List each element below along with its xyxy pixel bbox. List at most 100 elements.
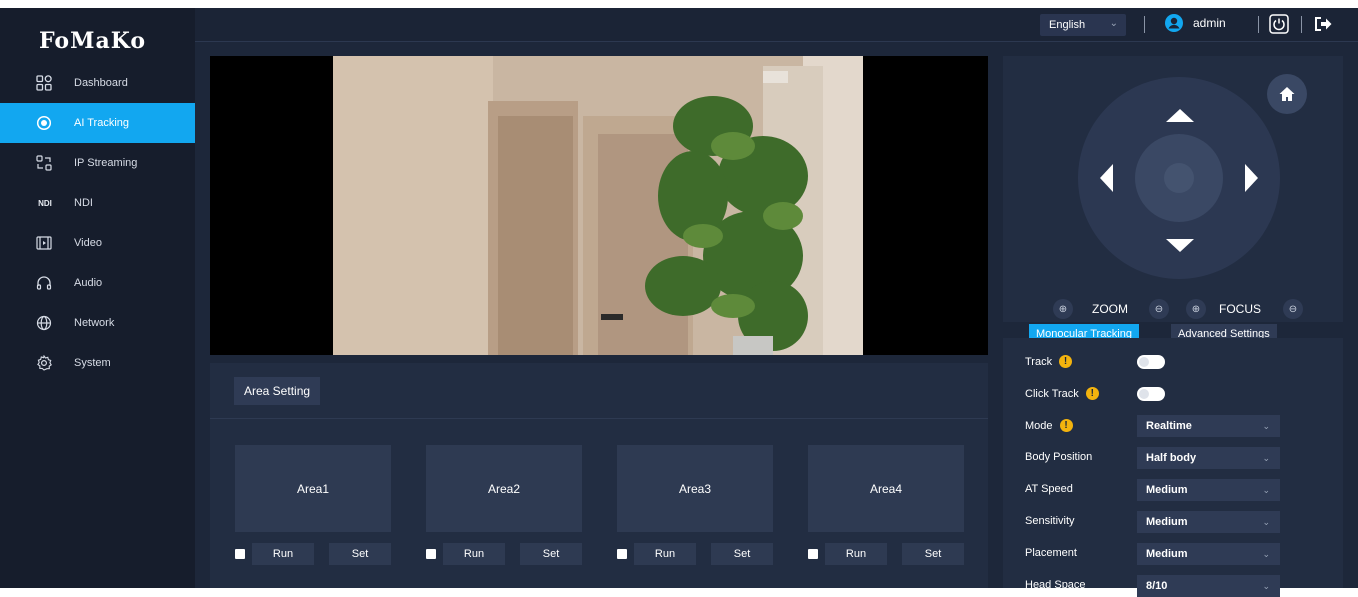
focus-in-icon[interactable]: ⊕ [1186,299,1206,319]
arrow-down-icon[interactable] [1166,239,1194,252]
language-select[interactable]: English ⌄ [1040,14,1126,36]
video-preview[interactable] [210,56,988,355]
head-space-value: 8/10 [1146,580,1168,592]
tab-advanced-settings[interactable]: Advanced Settings [1171,324,1277,338]
sidebar-item-ndi[interactable]: NDI NDI [0,183,195,223]
chevron-down-icon: ⌄ [1262,549,1270,559]
divider [1144,16,1145,33]
zoom-label: ZOOM [1092,302,1128,316]
at-speed-select[interactable]: Medium ⌄ [1137,479,1280,501]
area-set-button-2[interactable]: Set [520,543,582,565]
body-position-select[interactable]: Half body ⌄ [1137,447,1280,469]
language-value: English [1049,19,1086,31]
arrow-right-icon[interactable] [1245,164,1258,192]
sidebar-item-label: System [74,357,111,369]
body-position-row: Body Position Half body ⌄ [1003,447,1343,469]
track-toggle[interactable] [1137,355,1165,369]
area-checkbox-1[interactable] [235,549,245,559]
tracking-tabs: Monocular Tracking Advanced Settings [1003,322,1343,338]
sidebar-item-ip-streaming[interactable]: IP Streaming [0,143,195,183]
zoom-in-icon[interactable]: ⊕ [1053,299,1073,319]
mode-value: Realtime [1146,420,1192,432]
focus-label: FOCUS [1219,302,1261,316]
info-icon[interactable]: ! [1059,355,1073,368]
gear-icon [36,355,52,371]
arrow-left-icon[interactable] [1100,164,1113,192]
control-panel: ⊕ ZOOM ⊖ ⊕ FOCUS ⊖ Monocular Tracking Ad… [1003,56,1343,597]
at-speed-row: AT Speed Medium ⌄ [1003,479,1343,501]
sidebar-item-label: Audio [74,277,103,289]
at-speed-label: AT Speed [1025,483,1073,495]
brand-logo: FoMaKo [39,28,147,54]
username: admin [1193,16,1226,30]
sidebar-item-ai-tracking[interactable]: AI Tracking [0,103,195,143]
focus-out-icon[interactable]: ⊖ [1283,299,1303,319]
chevron-down-icon: ⌄ [1109,18,1118,29]
click-track-label: Click Track ! [1025,387,1099,400]
top-bar: English ⌄ admin [195,8,1358,42]
sidebar-item-network[interactable]: Network [0,303,195,343]
click-track-row: Click Track ! [1003,383,1343,405]
area-card-4[interactable]: Area4 [808,445,964,532]
area-set-button-1[interactable]: Set [329,543,391,565]
sidebar-item-label: AI Tracking [74,117,130,129]
placement-select[interactable]: Medium ⌄ [1137,543,1280,565]
target-icon [36,115,52,131]
headphones-icon [36,275,52,291]
tab-monocular-tracking[interactable]: Monocular Tracking [1029,324,1139,338]
chevron-down-icon: ⌄ [1262,453,1270,463]
divider [1258,16,1259,33]
area-checkbox-4[interactable] [808,549,818,559]
info-icon[interactable]: ! [1059,419,1073,432]
at-speed-value: Medium [1146,484,1188,496]
sidebar-item-audio[interactable]: Audio [0,263,195,303]
dashboard-icon [36,75,52,91]
area-run-button-3[interactable]: Run [634,543,696,565]
area-card-2[interactable]: Area2 [426,445,582,532]
zoom-out-icon[interactable]: ⊖ [1149,299,1169,319]
ptz-center-button[interactable] [1135,134,1223,222]
area-run-button-4[interactable]: Run [825,543,887,565]
mode-label: Mode ! [1025,419,1073,432]
sensitivity-row: Sensitivity Medium ⌄ [1003,511,1343,533]
zoom-focus-row: ⊕ ZOOM ⊖ ⊕ FOCUS ⊖ [1053,299,1313,319]
head-space-select[interactable]: 8/10 ⌄ [1137,575,1280,597]
user-avatar-icon [1165,14,1183,32]
chevron-down-icon: ⌄ [1262,421,1270,431]
sidebar-item-dashboard[interactable]: Dashboard [0,63,195,103]
home-icon[interactable] [1267,74,1307,114]
area-set-button-4[interactable]: Set [902,543,964,565]
head-space-row: Head Space 8/10 ⌄ [1003,575,1343,597]
track-label: Track ! [1025,355,1073,368]
area-setting-tab[interactable]: Area Setting [234,377,321,405]
sidebar-nav: Dashboard AI Tracking IP Streaming NDI N… [0,63,195,383]
mode-select[interactable]: Realtime ⌄ [1137,415,1280,437]
area-card-3[interactable]: Area3 [617,445,773,532]
click-track-toggle[interactable] [1137,387,1165,401]
sidebar-item-system[interactable]: System [0,343,195,383]
sidebar: FoMaKo Dashboard AI Tracking IP Streamin… [0,8,195,588]
head-space-label: Head Space [1025,579,1086,591]
sidebar-item-label: IP Streaming [74,157,138,169]
mode-row: Mode ! Realtime ⌄ [1003,415,1343,437]
sensitivity-select[interactable]: Medium ⌄ [1137,511,1280,533]
area-set-button-3[interactable]: Set [711,543,773,565]
click-track-label-text: Click Track [1025,387,1079,400]
area-run-button-2[interactable]: Run [443,543,505,565]
area-checkbox-3[interactable] [617,549,627,559]
body-position-value: Half body [1146,452,1197,464]
mode-label-text: Mode [1025,419,1053,432]
area-checkbox-2[interactable] [426,549,436,559]
ndi-icon: NDI [38,198,52,208]
user-menu[interactable]: admin [1165,14,1226,32]
info-icon[interactable]: ! [1085,387,1099,400]
ptz-joystick [1078,77,1280,279]
video-icon [36,235,52,251]
area-card-1[interactable]: Area1 [235,445,391,532]
logout-icon[interactable] [1313,14,1333,34]
sensitivity-label: Sensitivity [1025,515,1075,527]
sidebar-item-video[interactable]: Video [0,223,195,263]
power-icon[interactable] [1269,14,1289,34]
area-run-button-1[interactable]: Run [252,543,314,565]
arrow-up-icon[interactable] [1166,109,1194,122]
